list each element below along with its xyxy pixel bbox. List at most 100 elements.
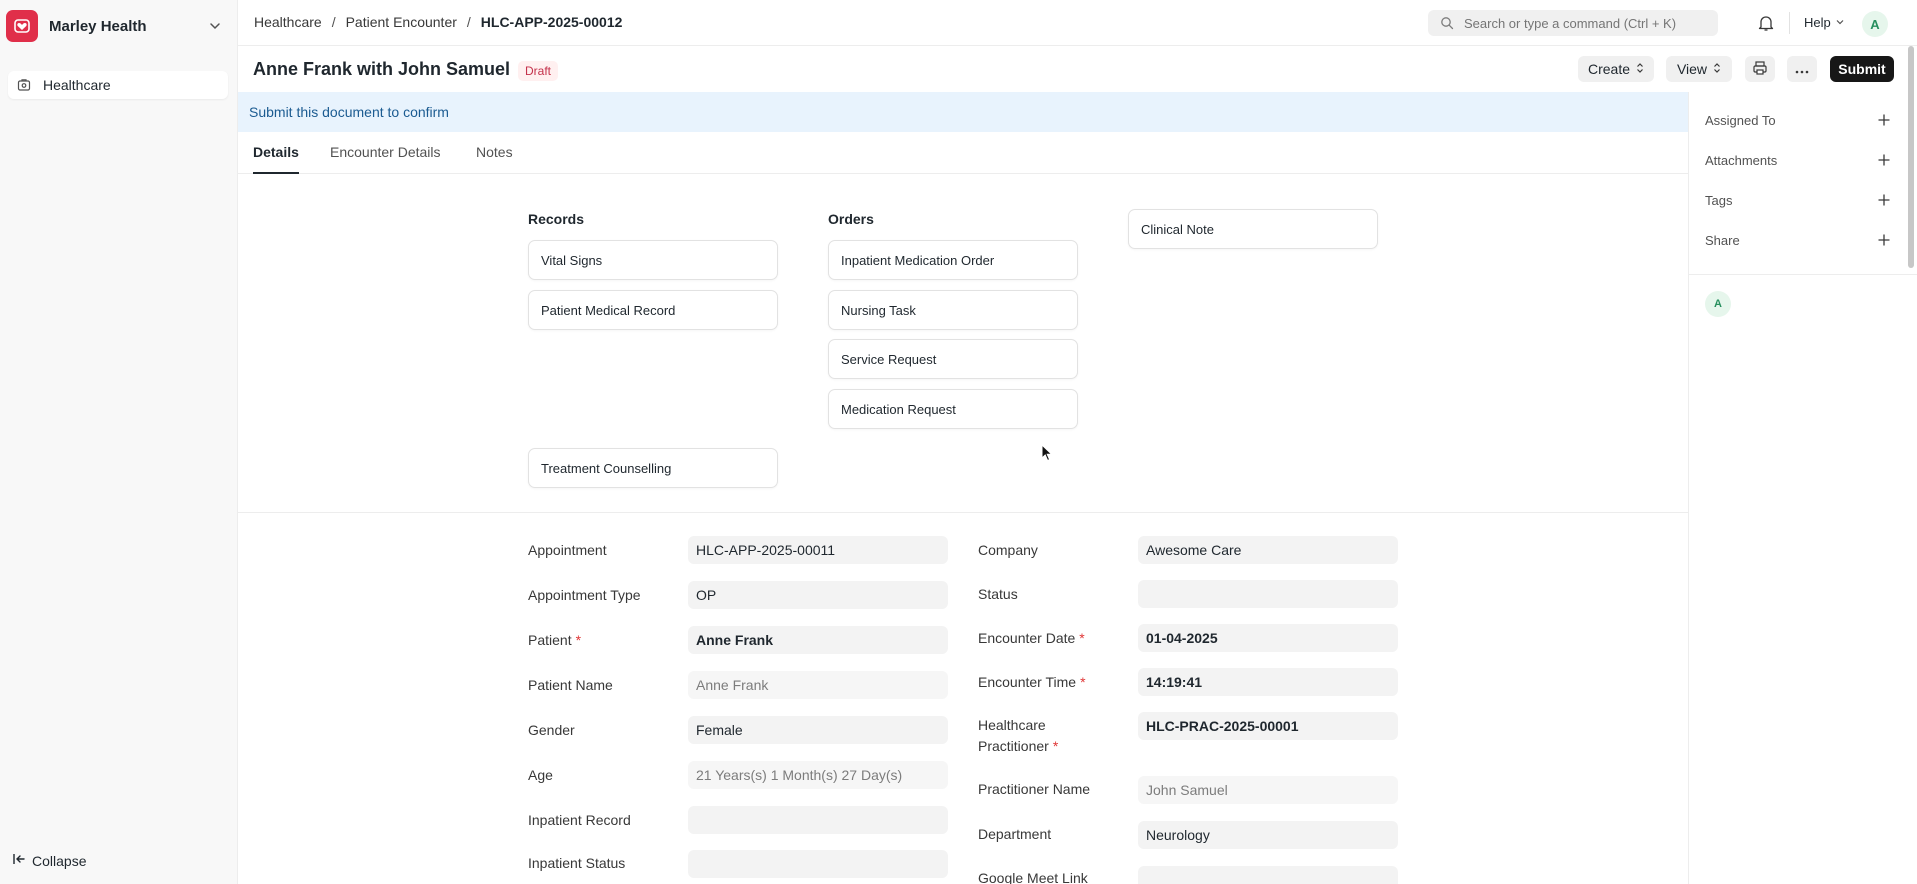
link-clinical-note[interactable]: Clinical Note [1128,209,1378,249]
printer-icon [1752,60,1768,79]
label-text: Patient [528,632,572,648]
company-field[interactable]: Awesome Care [1138,536,1398,564]
link-nursing-task[interactable]: Nursing Task [828,290,1078,330]
field-value: OP [696,587,717,603]
age-field: 21 Years(s) 1 Month(s) 27 Day(s) [688,761,948,789]
encounter-time-field[interactable]: 14:19:41 [1138,668,1398,696]
status-field[interactable] [1138,580,1398,608]
submit-button[interactable]: Submit [1830,56,1894,82]
link-patient-medical-record[interactable]: Patient Medical Record [528,290,778,330]
share-label: Share [1705,232,1740,248]
field-value: Neurology [1146,827,1210,843]
breadcrumb-separator: / [331,14,336,30]
sidebar-item-healthcare[interactable]: Healthcare [8,71,228,99]
link-vital-signs[interactable]: Vital Signs [528,240,778,280]
appointment-type-label: Appointment Type [528,587,641,603]
chevron-down-icon[interactable] [208,19,222,36]
link-medication-request[interactable]: Medication Request [828,389,1078,429]
label-text: Encounter Time [978,674,1077,690]
breadcrumb-separator: / [466,14,471,30]
assigned-to-label: Assigned To [1705,112,1776,128]
share-row[interactable]: Share [1705,230,1905,250]
page-header: Anne Frank with John Samuel Draft Create… [238,46,1917,92]
tags-label: Tags [1705,192,1733,208]
card-label: Treatment Counselling [541,460,672,476]
page-scrollbar[interactable] [1908,46,1914,268]
age-label: Age [528,767,553,783]
tab-details[interactable]: Details [253,144,299,160]
view-button-label: View [1676,61,1708,77]
search-icon [1440,16,1454,30]
tab-encounter-details[interactable]: Encounter Details [330,144,441,160]
plus-icon[interactable] [1877,113,1891,130]
appointment-type-field[interactable]: OP [688,581,948,609]
link-inpatient-medication-order[interactable]: Inpatient Medication Order [828,240,1078,280]
view-button[interactable]: View [1666,56,1732,82]
encounter-time-label: Encounter Time * [978,672,1086,693]
card-label: Medication Request [841,401,956,417]
field-value: Awesome Care [1146,542,1242,558]
healthcare-practitioner-label: Healthcare Practitioner * [978,715,1058,757]
gender-label: Gender [528,722,575,738]
google-meet-link-field[interactable] [1138,866,1398,884]
search-bar[interactable] [1428,10,1718,36]
sidebar-item-label: Healthcare [43,77,111,93]
active-tab-indicator [253,172,299,174]
plus-icon[interactable] [1877,193,1891,210]
link-service-request[interactable]: Service Request [828,339,1078,379]
patient-label: Patient * [528,630,581,651]
divider [1789,12,1790,34]
workspace-name: Marley Health [49,17,147,35]
department-field[interactable]: Neurology [1138,821,1398,849]
chevron-updown-icon [1636,61,1644,77]
link-treatment-counselling[interactable]: Treatment Counselling [528,448,778,488]
tab-notes[interactable]: Notes [476,144,513,160]
workspace-switcher[interactable]: Marley Health [6,10,230,42]
healthcare-practitioner-field[interactable]: HLC-PRAC-2025-00001 [1138,712,1398,740]
plus-icon[interactable] [1877,153,1891,170]
breadcrumb-current-document[interactable]: HLC-APP-2025-00012 [481,14,623,30]
chevron-updown-icon [1713,61,1721,77]
create-button-label: Create [1587,61,1631,77]
encounter-date-field[interactable]: 01-04-2025 [1138,624,1398,652]
status-badge: Draft [518,61,559,81]
collapse-icon [12,852,26,869]
attachments-row[interactable]: Attachments [1705,150,1905,170]
patient-field[interactable]: Anne Frank [688,626,948,654]
appointment-label: Appointment [528,542,607,558]
card-label: Patient Medical Record [541,302,676,318]
field-value: 21 Years(s) 1 Month(s) 27 Day(s) [696,767,903,783]
notification-bell-icon[interactable] [1758,14,1774,35]
field-value: Anne Frank [696,632,774,648]
section-divider [238,512,1688,513]
card-label: Vital Signs [541,252,603,268]
collapse-sidebar-button[interactable]: Collapse [12,852,86,869]
inpatient-status-field[interactable] [688,850,948,878]
patient-name-label: Patient Name [528,677,613,693]
field-value: 01-04-2025 [1146,630,1218,646]
inpatient-status-label: Inpatient Status [528,855,626,871]
google-meet-link-label: Google Meet Link [978,870,1088,884]
appointment-field[interactable]: HLC-APP-2025-00011 [688,536,948,564]
create-button[interactable]: Create [1578,56,1654,82]
breadcrumb-patient-encounter[interactable]: Patient Encounter [346,14,457,30]
ellipsis-icon [1795,61,1809,77]
help-dropdown[interactable]: Help [1804,15,1845,30]
user-avatar[interactable]: A [1862,11,1888,37]
field-value: Anne Frank [696,677,769,693]
viewer-avatar[interactable]: A [1705,291,1731,317]
search-input[interactable] [1464,15,1704,31]
page-title: Anne Frank with John Samuel [253,59,511,79]
inpatient-record-field[interactable] [688,806,948,834]
print-button[interactable] [1745,56,1775,82]
plus-icon[interactable] [1877,233,1891,250]
breadcrumb-healthcare[interactable]: Healthcare [254,14,322,30]
assigned-to-row[interactable]: Assigned To [1705,110,1905,130]
gender-field[interactable]: Female [688,716,948,744]
tags-row[interactable]: Tags [1705,190,1905,210]
card-label: Clinical Note [1141,221,1214,237]
healthcare-icon [16,77,32,93]
heart-logo-icon [6,10,38,42]
required-mark: * [1052,738,1059,754]
more-actions-button[interactable] [1787,56,1817,82]
